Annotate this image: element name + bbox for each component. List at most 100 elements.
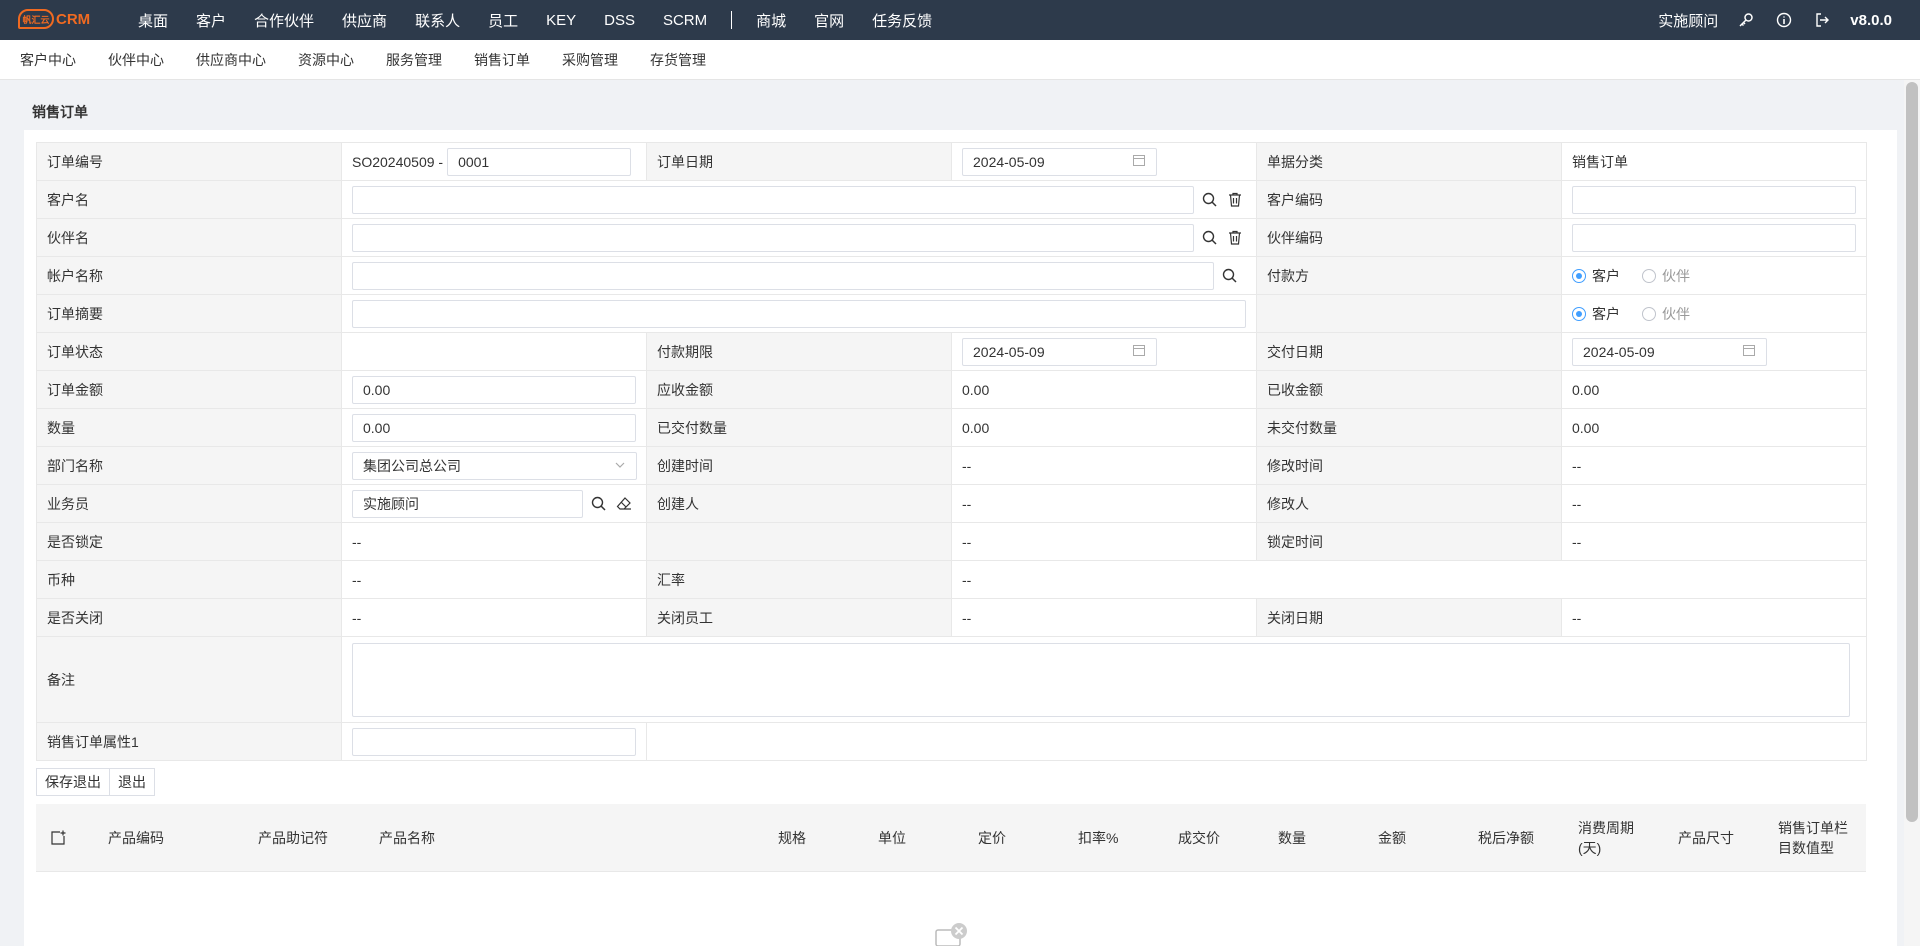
- payer-radio-customer[interactable]: 客户: [1572, 266, 1620, 286]
- search-icon[interactable]: [587, 493, 609, 515]
- menu-item-feedback[interactable]: 任务反馈: [872, 10, 932, 31]
- delivered-qty-label: 已交付数量: [646, 408, 952, 447]
- save-exit-button[interactable]: 保存退出: [36, 768, 110, 796]
- rate-value: --: [951, 560, 1867, 599]
- col-qty[interactable]: 数量: [1278, 804, 1306, 872]
- receivable-label: 应收金额: [646, 370, 952, 409]
- subnav-purchase[interactable]: 采购管理: [562, 50, 618, 70]
- payment-term-label: 付款期限: [646, 332, 952, 371]
- order-date-label: 订单日期: [646, 142, 952, 181]
- col-product-size[interactable]: 产品尺寸: [1678, 804, 1734, 872]
- col-list-price[interactable]: 定价: [978, 804, 1006, 872]
- search-icon[interactable]: [1198, 227, 1220, 249]
- customer-name-input[interactable]: [352, 185, 1195, 214]
- col-product-name[interactable]: 产品名称: [379, 804, 435, 872]
- summary-input[interactable]: [352, 299, 1246, 328]
- created-time-label: 创建时间: [646, 446, 952, 485]
- amount-input[interactable]: 0.00: [352, 375, 636, 404]
- account-name-input[interactable]: [352, 261, 1214, 290]
- logo[interactable]: 帆汇云 CRM: [18, 9, 90, 29]
- doc-type-label: 单据分类: [1256, 142, 1562, 181]
- qty-label: 数量: [36, 408, 342, 447]
- col-amount[interactable]: 金额: [1378, 804, 1406, 872]
- menu-item-customer[interactable]: 客户: [196, 10, 226, 31]
- payer-radio-partner[interactable]: 伙伴: [1642, 266, 1690, 286]
- menu-item-key[interactable]: KEY: [546, 12, 576, 29]
- qty-input[interactable]: 0.00: [352, 413, 636, 442]
- radio-partner[interactable]: 伙伴: [1642, 304, 1690, 324]
- close-staff-value: --: [951, 598, 1257, 637]
- col-product-mnemonic[interactable]: 产品助记符: [258, 804, 328, 872]
- search-icon[interactable]: [1218, 265, 1240, 287]
- menu-item-supplier[interactable]: 供应商: [342, 10, 387, 31]
- subnav-partner-center[interactable]: 伙伴中心: [108, 50, 164, 70]
- summary-label: 订单摘要: [36, 294, 342, 333]
- menu-item-desktop[interactable]: 桌面: [138, 10, 168, 31]
- menu-item-mall[interactable]: 商城: [756, 10, 786, 31]
- partner-name-input[interactable]: [352, 223, 1195, 252]
- logo-badge: 帆汇云: [18, 9, 54, 29]
- delivery-date-input[interactable]: 2024-05-09: [1572, 337, 1767, 366]
- remark-textarea[interactable]: [352, 642, 1850, 717]
- add-row-icon[interactable]: [50, 804, 66, 872]
- delivery-date-label: 交付日期: [1256, 332, 1562, 371]
- menu-item-scrm[interactable]: SCRM: [663, 12, 707, 29]
- col-consumption-cycle[interactable]: 消费周期(天): [1578, 804, 1644, 872]
- col-discount[interactable]: 扣率%: [1078, 804, 1118, 872]
- delete-icon[interactable]: [1224, 189, 1246, 211]
- subnav-resource-center[interactable]: 资源中心: [298, 50, 354, 70]
- radio-unchecked-icon: [1642, 306, 1656, 321]
- subnav-customer-center[interactable]: 客户中心: [20, 50, 76, 70]
- scrollbar-thumb[interactable]: [1906, 82, 1918, 822]
- order-no-suffix-input[interactable]: 0001: [447, 147, 632, 176]
- key-icon[interactable]: [1736, 10, 1756, 30]
- created-time-value: --: [951, 446, 1257, 485]
- currency-label: 币种: [36, 560, 342, 599]
- current-user[interactable]: 实施顾问: [1658, 10, 1718, 31]
- customer-code-input[interactable]: [1572, 185, 1856, 214]
- col-net-amount[interactable]: 税后净额: [1478, 804, 1534, 872]
- undelivered-qty-value: 0.00: [1561, 408, 1867, 447]
- eraser-icon[interactable]: [613, 493, 635, 515]
- order-no-label: 订单编号: [36, 142, 342, 181]
- col-deal-price[interactable]: 成交价: [1178, 804, 1220, 872]
- menu-item-employee[interactable]: 员工: [488, 10, 518, 31]
- search-icon[interactable]: [1198, 189, 1220, 211]
- attr1-input[interactable]: [352, 727, 636, 756]
- logout-icon[interactable]: [1812, 10, 1832, 30]
- amount-label: 订单金额: [36, 370, 342, 409]
- dept-select[interactable]: 集团公司总公司: [352, 451, 637, 480]
- creator-value: --: [951, 484, 1257, 523]
- salesman-input[interactable]: 实施顾问: [352, 489, 583, 518]
- exit-button[interactable]: 退出: [110, 768, 155, 796]
- col-unit[interactable]: 单位: [878, 804, 906, 872]
- subnav-service[interactable]: 服务管理: [386, 50, 442, 70]
- menu-item-website[interactable]: 官网: [814, 10, 844, 31]
- logo-text: CRM: [56, 10, 91, 28]
- payer-radio-group: 客户 伙伴: [1572, 266, 1856, 286]
- modifier-label: 修改人: [1256, 484, 1562, 523]
- delete-icon[interactable]: [1224, 227, 1246, 249]
- col-product-code[interactable]: 产品编码: [108, 804, 164, 872]
- payment-term-input[interactable]: 2024-05-09: [962, 337, 1157, 366]
- order-date-input[interactable]: 2024-05-09: [962, 147, 1157, 176]
- menu-item-contact[interactable]: 联系人: [415, 10, 460, 31]
- subnav-inventory[interactable]: 存货管理: [650, 50, 706, 70]
- col-spec[interactable]: 规格: [778, 804, 806, 872]
- info-icon[interactable]: [1774, 10, 1794, 30]
- partner-code-input[interactable]: [1572, 223, 1856, 252]
- delivered-qty-value: 0.00: [951, 408, 1257, 447]
- calendar-icon: [1132, 343, 1146, 360]
- subnav-supplier-center[interactable]: 供应商中心: [196, 50, 266, 70]
- subnav-sales-order[interactable]: 销售订单: [474, 50, 530, 70]
- chevron-down-icon: [614, 458, 626, 474]
- dept-label: 部门名称: [36, 446, 342, 485]
- menu-item-dss[interactable]: DSS: [604, 12, 635, 29]
- col-custom-numeric[interactable]: 销售订单栏目数值型: [1778, 804, 1856, 872]
- radio-unchecked-icon: [1642, 268, 1656, 283]
- menu-item-partner[interactable]: 合作伙伴: [254, 10, 314, 31]
- radio-customer[interactable]: 客户: [1572, 304, 1620, 324]
- salesman-label: 业务员: [36, 484, 342, 523]
- delivery-date-value: 2024-05-09: [1583, 343, 1655, 360]
- order-date-value: 2024-05-09: [973, 153, 1045, 170]
